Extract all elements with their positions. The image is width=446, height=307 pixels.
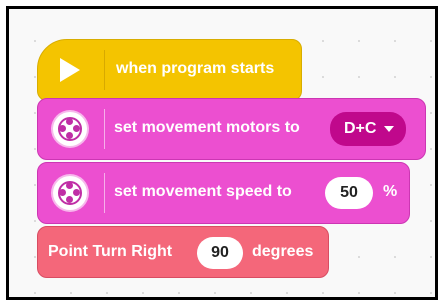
chevron-down-icon [384,126,395,132]
set-movement-speed-label: set movement speed to [114,183,292,200]
block-separator [104,173,105,213]
when-program-starts-label: when program starts [116,60,275,77]
point-turn-right-block[interactable]: Point Turn Right 90 degrees [37,226,329,278]
play-icon [60,58,80,82]
block-separator [104,109,105,149]
degrees-unit-label: degrees [252,243,314,260]
set-movement-motors-label: set movement motors to [114,119,300,136]
set-movement-motors-block[interactable]: set movement motors to D+C [37,98,426,160]
point-turn-right-label: Point Turn Right [48,243,173,260]
when-program-starts-block[interactable]: when program starts [37,39,302,101]
motor-ports-value: D+C [344,120,377,137]
motor-icon-container [38,163,102,223]
motor-icon [53,112,87,146]
set-movement-speed-block[interactable]: set movement speed to 50 % [37,162,410,224]
speed-value-input[interactable]: 50 [325,177,373,209]
play-icon-container [38,40,102,100]
motor-ports-dropdown[interactable]: D+C [330,112,407,146]
motor-icon-container [38,99,102,159]
turn-degrees-input[interactable]: 90 [197,237,243,269]
motor-icon [53,176,87,210]
speed-unit-label: % [383,183,398,200]
block-separator [104,50,105,90]
